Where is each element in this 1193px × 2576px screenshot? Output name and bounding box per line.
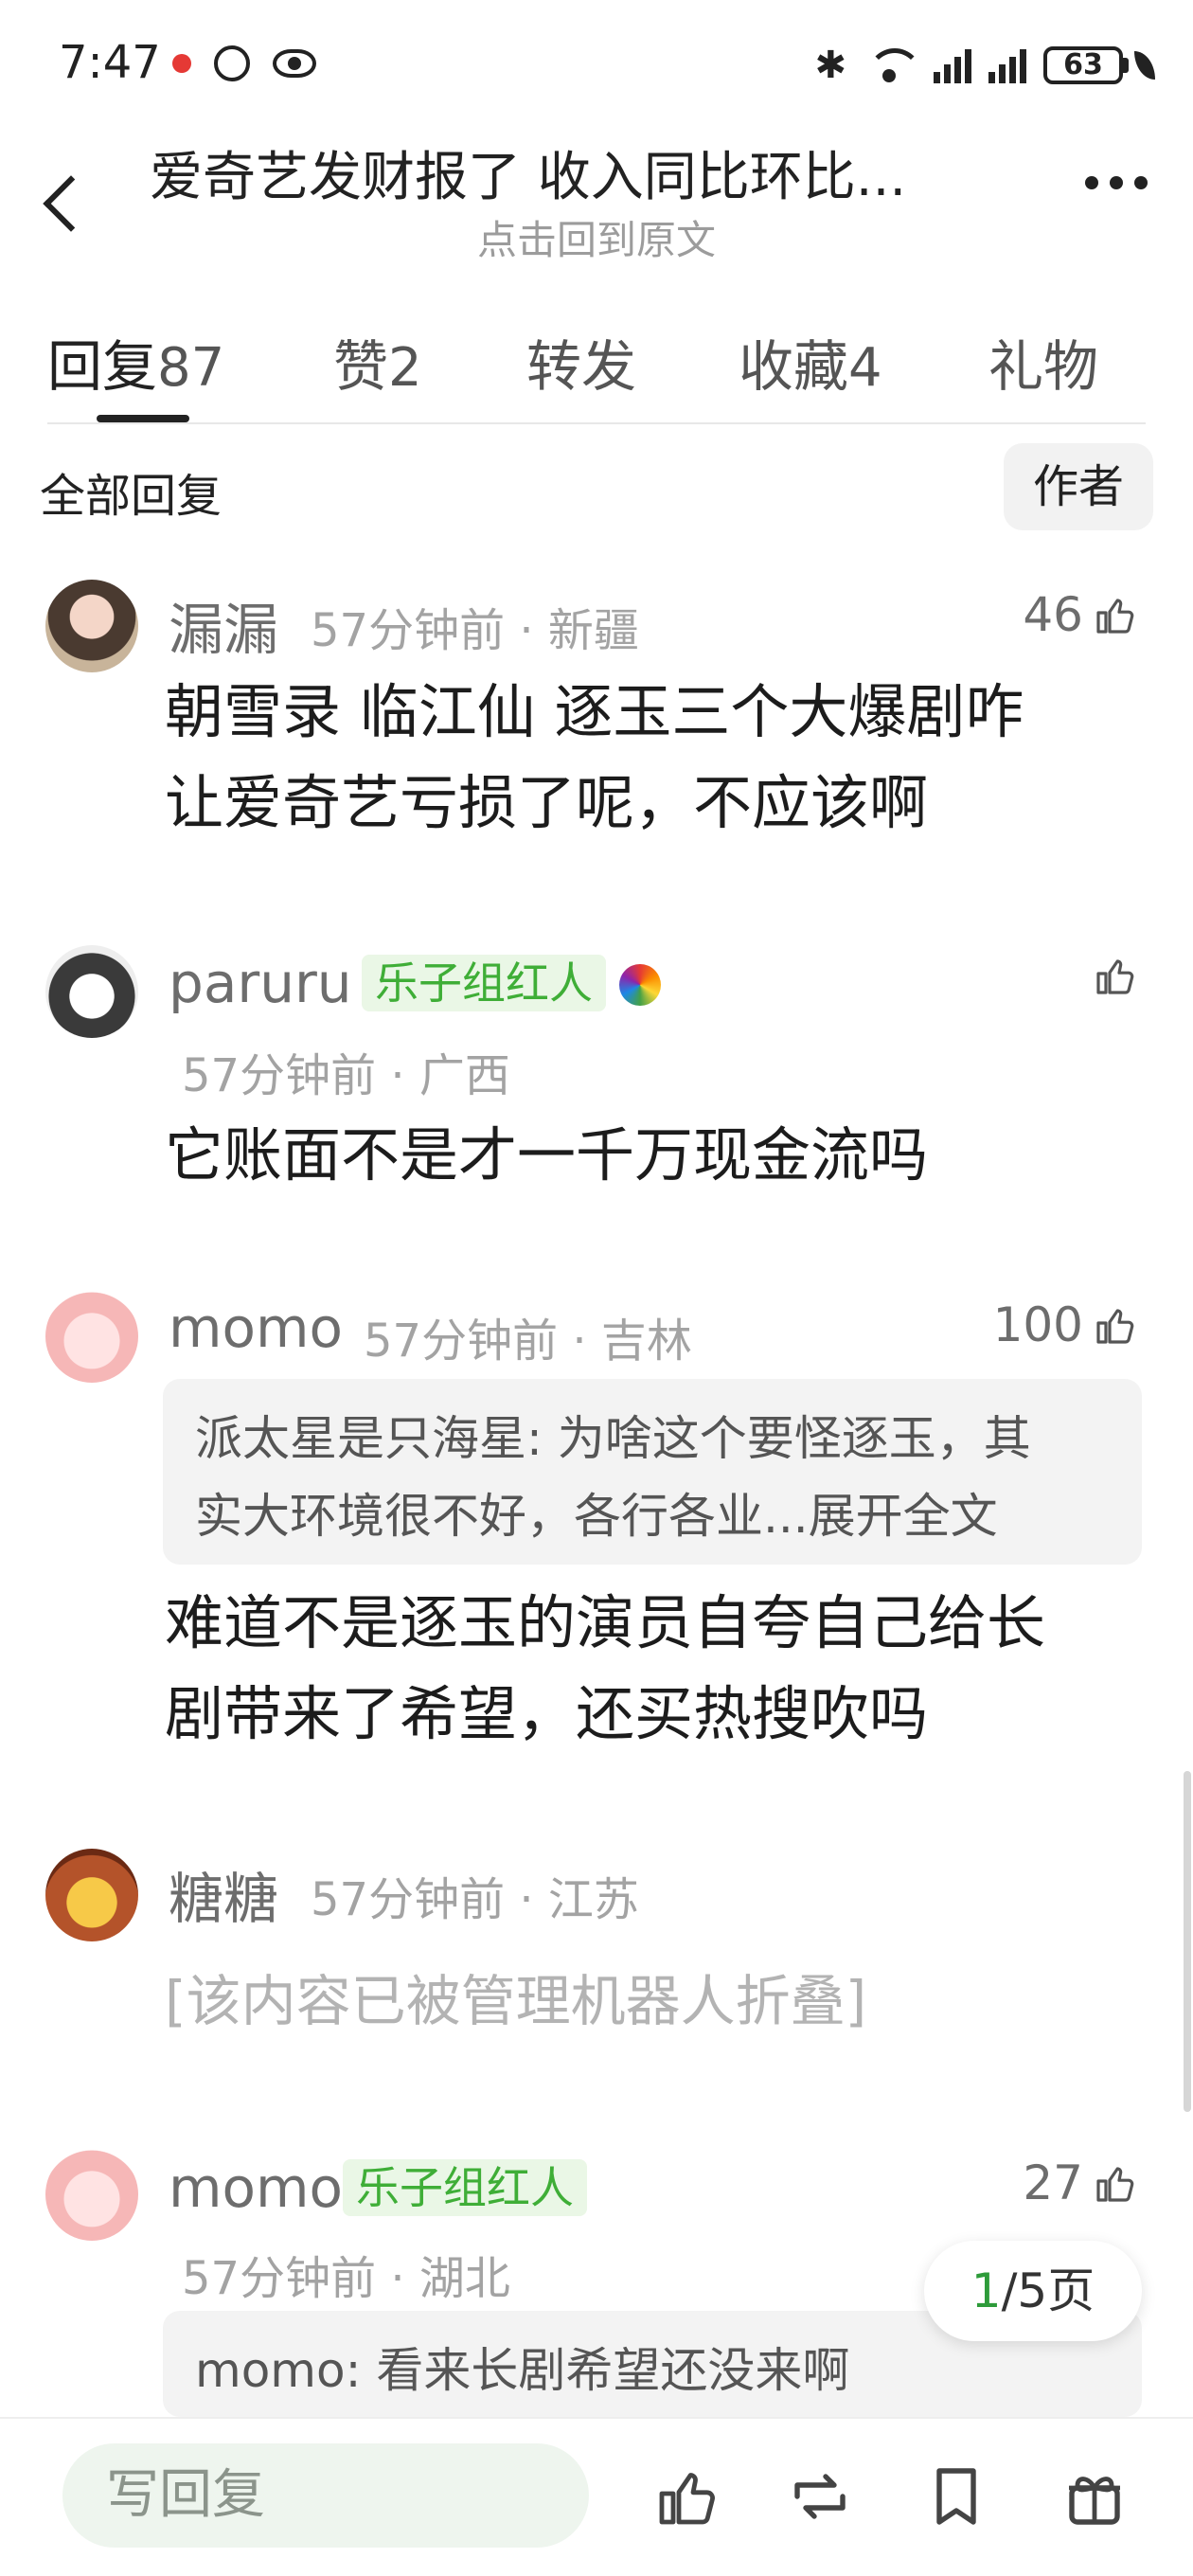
- total-pages: /5页: [1001, 2263, 1095, 2318]
- like-button[interactable]: [1093, 953, 1138, 998]
- status-time: 7:47: [59, 36, 161, 89]
- battery-icon: 63: [1043, 46, 1155, 84]
- comment-username[interactable]: paruru: [169, 951, 352, 1015]
- like-button[interactable]: 100: [993, 1297, 1138, 1352]
- bluetooth-icon: ✱: [814, 44, 846, 87]
- scrollbar[interactable]: [1184, 1771, 1191, 2112]
- user-badge[interactable]: 乐子组红人: [343, 2159, 587, 2216]
- comment-username[interactable]: 糖糖: [169, 1854, 278, 1934]
- comment-location: 吉林: [600, 1315, 692, 1368]
- status-system-icons: ✱ 63: [814, 44, 1155, 87]
- tab-label: 转发: [526, 334, 637, 399]
- rainbow-medal-icon[interactable]: [619, 964, 661, 1006]
- thumbs-up-icon: [1096, 959, 1134, 994]
- comment-username[interactable]: momo: [169, 2156, 343, 2220]
- header: 爱奇艺发财报了 收入同比环比... 点击回到原文: [0, 133, 1193, 284]
- all-replies-filter[interactable]: 全部回复: [40, 458, 222, 525]
- divider: [47, 422, 1146, 424]
- thumbs-up-icon: [1096, 2167, 1134, 2202]
- current-page: 1: [970, 2263, 1002, 2318]
- wifi-icon: [864, 46, 922, 84]
- tab-label: 礼物: [988, 334, 1099, 399]
- comment-location: 广西: [418, 1049, 510, 1102]
- comment-text: 难道不是逐玉的演员自夸自己给长 剧带来了希望，还买热搜吹吗: [165, 1588, 1046, 1748]
- user-badge[interactable]: 乐子组红人: [362, 955, 606, 1011]
- tab-label: 收藏: [739, 334, 849, 399]
- comment-meta: 57分钟前 · 吉林: [364, 1315, 692, 1368]
- comment-text: 它账面不是才一千万现金流吗: [165, 1120, 929, 1190]
- tab-label: 回复: [47, 334, 158, 399]
- tab-favorites[interactable]: 收藏4: [739, 322, 882, 402]
- tab-count: 4: [848, 337, 882, 399]
- folded-notice[interactable]: [该内容已被管理机器人折叠]: [165, 1957, 866, 2036]
- quoted-reply[interactable]: 派太星是只海星: 为啥这个要怪逐玉，其 实大环境很不好，各行各业...展开全文: [163, 1379, 1142, 1565]
- comment-meta: 57分钟前 · 新疆: [311, 604, 639, 657]
- post-title: 爱奇艺发财报了 收入同比环比...: [150, 147, 907, 208]
- comment-time: 57分钟前: [364, 1315, 559, 1368]
- more-options-icon[interactable]: [1085, 176, 1148, 189]
- like-count: 27: [1023, 2156, 1083, 2210]
- status-notification-icons: [172, 45, 316, 81]
- eye-icon: [273, 49, 316, 78]
- like-button[interactable]: 27: [1023, 2156, 1138, 2210]
- quote-author: 派太星是只海星:: [195, 1411, 543, 1466]
- active-tab-indicator: [97, 415, 189, 422]
- comment-time: 57分钟前: [311, 604, 506, 657]
- comment-meta: 57分钟前 · 广西: [182, 1049, 510, 1102]
- comment-location: 湖北: [418, 2252, 510, 2305]
- like-button[interactable]: 46: [1023, 587, 1138, 642]
- reply-input[interactable]: 写回复: [62, 2443, 589, 2548]
- tab-count: 2: [388, 337, 422, 399]
- tab-count: 87: [157, 337, 225, 399]
- signal-icon: [934, 47, 971, 83]
- tab-replies[interactable]: 回复87: [47, 322, 224, 402]
- signal-icon-2: [988, 47, 1026, 83]
- comment-username[interactable]: momo: [169, 1296, 343, 1360]
- comment-location: 新疆: [547, 604, 639, 657]
- like-count: 100: [992, 1297, 1083, 1352]
- notification-dot-icon: [172, 54, 191, 73]
- thumbs-up-icon: [1096, 599, 1134, 634]
- avatar[interactable]: [45, 945, 138, 1038]
- tab-reposts[interactable]: 转发: [526, 322, 636, 402]
- back-to-post-link[interactable]: 点击回到原文: [0, 208, 1193, 266]
- tab-gifts[interactable]: 礼物: [988, 322, 1098, 402]
- status-bar: 7:47 ✱ 63: [0, 0, 1193, 133]
- comment-location: 江苏: [547, 1873, 639, 1926]
- avatar[interactable]: [45, 580, 138, 672]
- comment-text: 朝雪录 临江仙 逐玉三个大爆剧咋 让爱奇艺亏损了呢，不应该啊: [165, 677, 1024, 837]
- power-saving-leaf-icon: [1134, 51, 1155, 80]
- avatar[interactable]: [45, 1849, 138, 1941]
- tab-bar: 回复87 赞2 转发 收藏4 礼物: [0, 313, 1193, 426]
- avatar[interactable]: [45, 1290, 138, 1383]
- tab-likes[interactable]: 赞2: [333, 322, 422, 402]
- comment-username[interactable]: 漏漏: [169, 585, 278, 665]
- gift-icon[interactable]: [1060, 2462, 1129, 2531]
- app-notification-icon: [214, 45, 250, 81]
- page-indicator[interactable]: 1/5页: [924, 2241, 1142, 2341]
- comment-time: 57分钟前: [182, 2252, 377, 2305]
- like-count: 46: [1023, 587, 1083, 642]
- bookmark-icon[interactable]: [922, 2462, 990, 2531]
- comment-meta: 57分钟前 · 湖北: [182, 2252, 510, 2305]
- thumbs-up-icon: [1096, 1309, 1134, 1344]
- comment-meta: 57分钟前 · 江苏: [311, 1873, 639, 1926]
- comment-time: 57分钟前: [311, 1873, 506, 1926]
- comment-time: 57分钟前: [182, 1049, 377, 1102]
- battery-level: 63: [1043, 46, 1123, 84]
- like-post-icon[interactable]: [653, 2462, 721, 2531]
- repost-icon[interactable]: [786, 2462, 854, 2531]
- tab-label: 赞: [333, 334, 389, 399]
- avatar[interactable]: [45, 2148, 138, 2241]
- bottom-action-bar: 写回复: [0, 2417, 1193, 2576]
- author-only-button[interactable]: 作者: [1004, 443, 1153, 530]
